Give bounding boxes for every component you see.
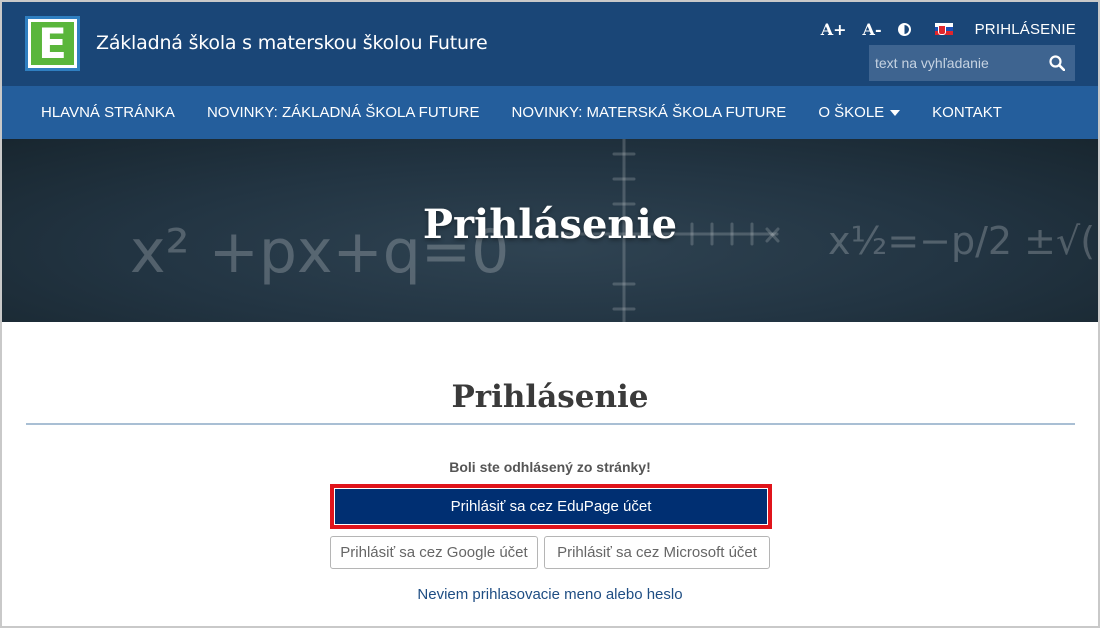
nav-item-contact[interactable]: KONTAKT [916, 86, 1018, 139]
main-nav: HLAVNÁ STRÁNKA NOVINKY: ZÁKLADNÁ ŠKOLA F… [2, 86, 1098, 139]
font-decrease-button[interactable]: A- [863, 20, 882, 39]
page-title: Prihlásenie [451, 379, 649, 415]
page-frame: E Základná škola s materskou školou Futu… [0, 0, 1100, 628]
nav-item-label: O ŠKOLE [818, 104, 885, 121]
search-input[interactable] [869, 45, 1039, 81]
login-link[interactable]: PRIHLÁSENIE [975, 21, 1076, 38]
logout-message: Boli ste odhlásený zo stránky! [449, 459, 651, 475]
hero-title: Prihlásenie [422, 201, 678, 248]
contrast-icon[interactable] [897, 22, 911, 36]
search-box [869, 45, 1075, 81]
site-header: E Základná škola s materskou školou Futu… [2, 2, 1098, 86]
font-increase-button[interactable]: A+ [821, 20, 847, 39]
nav-item-label: NOVINKY: MATERSKÁ ŠKOLA FUTURE [511, 104, 787, 121]
caret-down-icon [890, 109, 901, 116]
login-content: Prihlásenie Boli ste odhlásený zo stránk… [2, 322, 1098, 626]
nav-item-label: KONTAKT [932, 104, 1002, 121]
nav-item-about[interactable]: O ŠKOLE [802, 86, 916, 139]
logo-icon: E [31, 22, 74, 65]
logo-letter: E [38, 19, 67, 68]
edupage-login-button[interactable]: Prihlásiť sa cez EduPage účet [330, 484, 772, 529]
nav-item-news-kindergarten[interactable]: NOVINKY: MATERSKÁ ŠKOLA FUTURE [496, 86, 803, 139]
slovak-flag-icon[interactable] [934, 23, 953, 35]
forgot-credentials-link[interactable]: Neviem prihlasovacie meno alebo heslo [2, 586, 1098, 603]
search-icon[interactable] [1049, 55, 1065, 71]
nav-item-home[interactable]: HLAVNÁ STRÁNKA [25, 86, 191, 139]
nav-item-label: HLAVNÁ STRÁNKA [41, 104, 175, 121]
microsoft-login-button[interactable]: Prihlásiť sa cez Microsoft účet [544, 536, 770, 569]
hero-banner: x² +px+q=0 x½=−p/2 ±√(p/2)²−q Prihláseni… [2, 139, 1098, 322]
accessibility-tools: A+ A- PRIHLÁSENIE [821, 18, 1076, 40]
school-logo[interactable]: E [25, 16, 80, 71]
nav-item-news-school[interactable]: NOVINKY: ZÁKLADNÁ ŠKOLA FUTURE [191, 86, 496, 139]
google-login-button[interactable]: Prihlásiť sa cez Google účet [330, 536, 538, 569]
site-title[interactable]: Základná škola s materskou školou Future [96, 32, 488, 54]
divider [26, 423, 1075, 425]
nav-item-label: NOVINKY: ZÁKLADNÁ ŠKOLA FUTURE [206, 104, 480, 121]
